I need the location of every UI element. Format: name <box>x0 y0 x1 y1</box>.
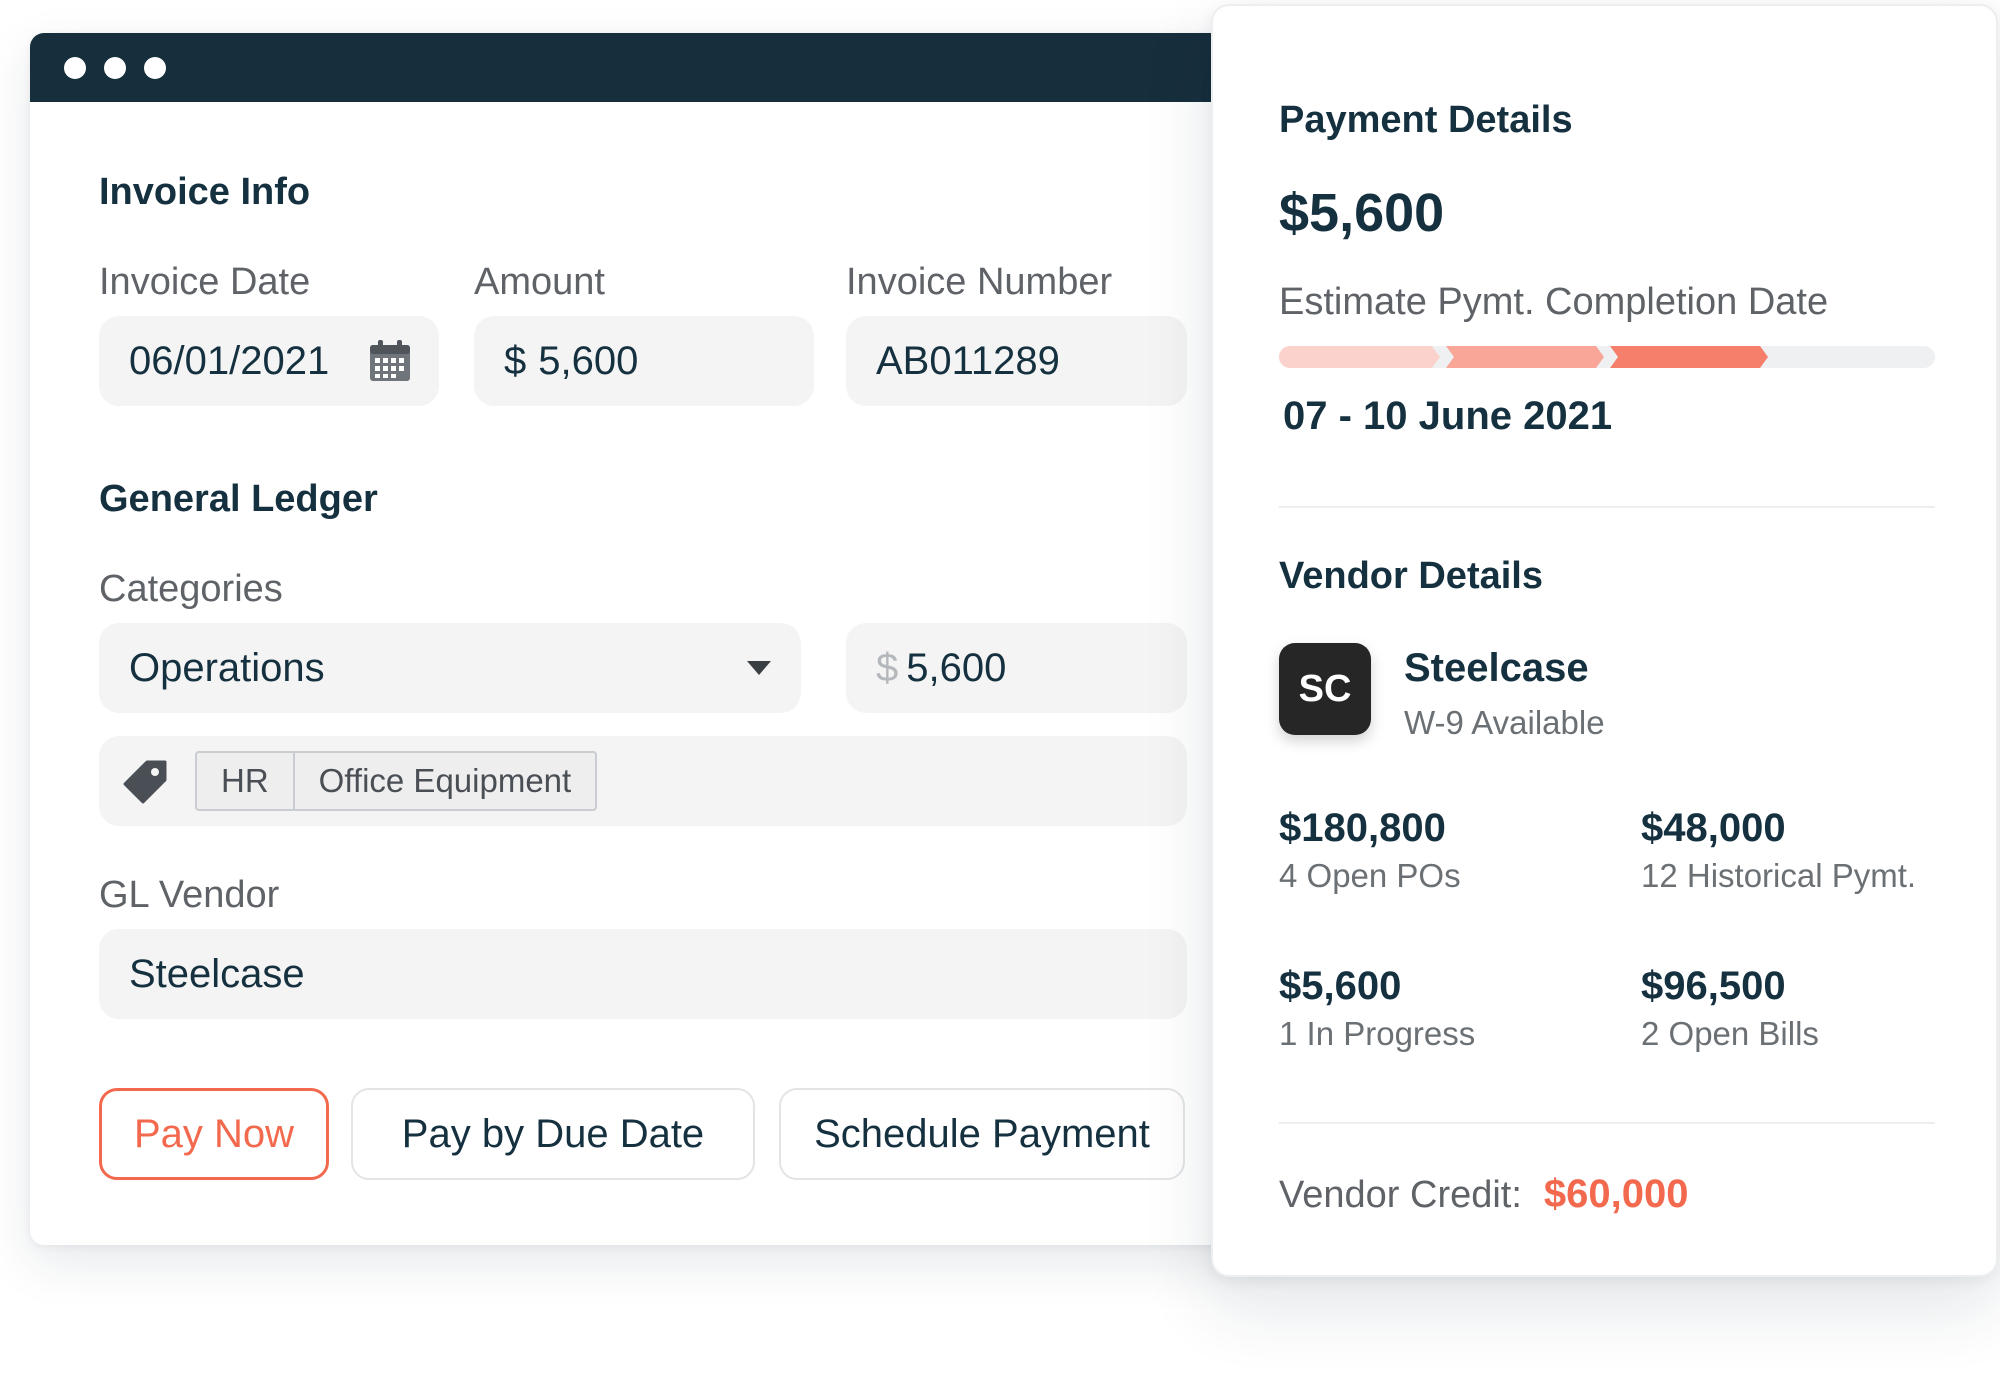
gl-vendor-field[interactable]: Steelcase <box>99 929 1187 1019</box>
stat-value: $96,500 <box>1641 964 1786 1008</box>
progress-segment <box>1279 346 1440 368</box>
vendor-avatar: SC <box>1279 643 1371 735</box>
divider <box>1279 1122 1935 1124</box>
amount-field[interactable]: $ 5,600 <box>474 316 814 406</box>
general-ledger-title: General Ledger <box>99 478 378 520</box>
category-select[interactable]: Operations <box>99 623 801 713</box>
pay-by-due-date-button[interactable]: Pay by Due Date <box>351 1088 755 1180</box>
vendor-credit-row: Vendor Credit: $60,000 <box>1279 1172 1689 1217</box>
payment-progress-bar <box>1279 346 1935 368</box>
tag-chip[interactable]: HR <box>197 753 293 809</box>
tag-icon <box>123 760 167 804</box>
amount-currency: $ <box>504 338 527 383</box>
stage: Invoice Info Invoice Date Amount Invoice… <box>0 0 2000 1390</box>
tag-chip[interactable]: Office Equipment <box>292 753 596 809</box>
category-amount-field[interactable]: $ 5,600 <box>846 623 1187 713</box>
vendor-stat: $96,500 2 Open Bills <box>1641 964 1819 1053</box>
tags-field[interactable]: HR Office Equipment <box>99 736 1187 826</box>
progress-segment <box>1446 346 1604 368</box>
categories-label: Categories <box>99 568 283 610</box>
pay-now-button[interactable]: Pay Now <box>99 1088 329 1180</box>
invoice-date-label: Invoice Date <box>99 261 311 303</box>
vendor-stat: $5,600 1 In Progress <box>1279 964 1475 1053</box>
stat-value: $180,800 <box>1279 806 1446 850</box>
amount-value: 5,600 <box>538 338 639 383</box>
schedule-payment-button[interactable]: Schedule Payment <box>779 1088 1185 1180</box>
vendor-stat: $180,800 4 Open POs <box>1279 806 1461 895</box>
estimate-label: Estimate Pymt. Completion Date <box>1279 281 1829 323</box>
invoice-window: Invoice Info Invoice Date Amount Invoice… <box>30 33 1260 1245</box>
window-titlebar <box>30 33 1260 102</box>
estimate-date: 07 - 10 June 2021 <box>1283 394 1613 438</box>
window-dot-icon[interactable] <box>104 56 126 79</box>
payment-details-title: Payment Details <box>1279 99 1573 141</box>
vendor-stat: $48,000 12 Historical Pymt. <box>1641 806 1916 895</box>
vendor-w9-status: W-9 Available <box>1404 704 1605 741</box>
gl-vendor-label: GL Vendor <box>99 874 280 916</box>
vendor-details-title: Vendor Details <box>1279 555 1543 597</box>
payment-details-card: Payment Details $5,600 Estimate Pymt. Co… <box>1211 4 1998 1277</box>
stat-value: $48,000 <box>1641 806 1786 850</box>
window-dot-icon[interactable] <box>64 56 86 79</box>
category-select-value: Operations <box>129 645 325 690</box>
vendor-credit-value: $60,000 <box>1543 1172 1689 1216</box>
stat-label: 4 Open POs <box>1279 857 1461 894</box>
payment-amount: $5,600 <box>1279 183 1445 243</box>
category-amount-currency: $ <box>876 645 899 690</box>
stat-label: 12 Historical Pymt. <box>1641 857 1917 894</box>
stat-value: $5,600 <box>1279 964 1402 1008</box>
invoice-number-field[interactable]: AB011289 <box>846 316 1187 406</box>
amount-label: Amount <box>474 261 605 303</box>
progress-segment <box>1610 346 1768 368</box>
invoice-number-value: AB011289 <box>876 338 1060 383</box>
invoice-number-label: Invoice Number <box>846 261 1113 303</box>
chevron-down-icon <box>747 661 771 675</box>
gl-vendor-value: Steelcase <box>129 951 305 996</box>
stat-label: 2 Open Bills <box>1641 1015 1819 1052</box>
invoice-date-value: 06/01/2021 <box>129 338 330 383</box>
tag-chips: HR Office Equipment <box>195 751 598 811</box>
invoice-info-title: Invoice Info <box>99 171 311 213</box>
invoice-date-field[interactable]: 06/01/2021 <box>99 316 439 406</box>
window-dot-icon[interactable] <box>144 56 166 79</box>
stat-label: 1 In Progress <box>1279 1015 1476 1052</box>
divider <box>1279 506 1935 508</box>
calendar-icon[interactable] <box>367 338 413 384</box>
vendor-credit-label: Vendor Credit: <box>1279 1174 1522 1216</box>
category-amount-value: 5,600 <box>906 645 1007 690</box>
vendor-name[interactable]: Steelcase <box>1404 646 1589 691</box>
